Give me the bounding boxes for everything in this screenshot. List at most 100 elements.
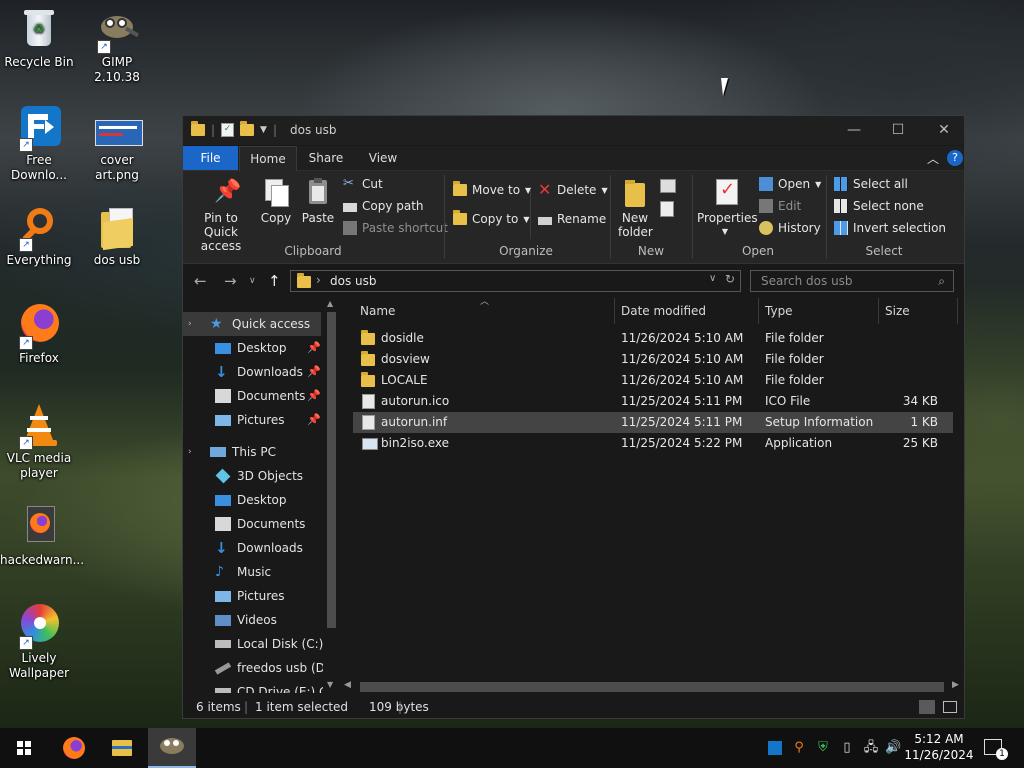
taskbar-gimp[interactable] bbox=[148, 728, 196, 768]
move-to-button[interactable]: Move to ▼ bbox=[453, 181, 531, 197]
properties-button[interactable]: ✓ Properties ▼ bbox=[697, 177, 758, 239]
tab-view[interactable]: View bbox=[355, 146, 411, 170]
volume-icon[interactable]: 🔊 bbox=[885, 740, 901, 756]
select-all-button[interactable]: Select all bbox=[834, 177, 908, 191]
close-button[interactable]: ✕ bbox=[921, 116, 967, 145]
copy-to-button[interactable]: Copy to ▼ bbox=[453, 210, 529, 226]
file-row[interactable]: LOCALE 11/26/2024 5:10 AM File folder bbox=[353, 370, 953, 391]
nav-this-pc[interactable]: › This PC bbox=[183, 440, 276, 464]
pin-icon[interactable]: 📌 bbox=[307, 389, 321, 402]
large-icons-view-icon[interactable] bbox=[943, 701, 957, 713]
column-header-name[interactable]: Name bbox=[342, 298, 615, 324]
nav-pictures[interactable]: Pictures bbox=[215, 584, 285, 608]
tab-share[interactable]: Share bbox=[297, 146, 355, 170]
nav-quick-documents[interactable]: Documents bbox=[215, 384, 305, 408]
nav-3d-objects[interactable]: 3D Objects bbox=[215, 464, 303, 488]
easy-access-icon[interactable] bbox=[660, 201, 674, 217]
invert-selection-button[interactable]: Invert selection bbox=[834, 221, 946, 235]
new-folder-icon[interactable] bbox=[240, 121, 255, 136]
desktop-icon-gimp[interactable]: ↗ GIMP 2.10.38 bbox=[78, 8, 156, 85]
everything-search-icon[interactable]: ⚲ bbox=[791, 740, 807, 756]
scrollbar-thumb[interactable] bbox=[327, 312, 336, 628]
minimize-button[interactable]: — bbox=[831, 116, 877, 145]
desktop-icon-dos-usb[interactable]: dos usb bbox=[78, 206, 156, 268]
nav-cd-drive-e[interactable]: CD Drive (E:) GP... bbox=[215, 680, 340, 693]
nav-quick-downloads[interactable]: ↓ Downloads bbox=[215, 360, 303, 384]
taskbar-firefox[interactable] bbox=[50, 728, 98, 768]
address-box[interactable]: › dos usb ∨ ↻ bbox=[290, 270, 741, 292]
maximize-button[interactable]: ☐ bbox=[875, 116, 921, 145]
desktop-icon-recycle-bin[interactable]: ♻ Recycle Bin bbox=[0, 8, 78, 70]
delete-button[interactable]: ✕ Delete ▼ bbox=[538, 182, 608, 198]
pin-to-quick-access-button[interactable]: 📌 Pin to Quick access bbox=[187, 177, 255, 253]
edit-button[interactable]: Edit bbox=[759, 199, 801, 213]
file-row-selected[interactable]: autorun.inf 11/25/2024 5:11 PM Setup Inf… bbox=[353, 412, 953, 433]
history-button[interactable]: History bbox=[759, 221, 821, 235]
desktop-icon-lively-wallpaper[interactable]: ↗ Lively Wallpaper bbox=[0, 604, 78, 681]
clock[interactable]: 5:12 AM 11/26/2024 bbox=[904, 731, 974, 763]
nav-local-disk-c[interactable]: Local Disk (C:) bbox=[215, 632, 323, 656]
windows-security-icon[interactable]: ⛨ bbox=[815, 740, 831, 756]
nav-videos[interactable]: Videos bbox=[215, 608, 277, 632]
usb-eject-icon[interactable]: ▯ bbox=[839, 740, 855, 756]
scroll-right-icon[interactable]: ▶ bbox=[952, 680, 959, 690]
breadcrumb-current[interactable]: dos usb bbox=[330, 274, 377, 288]
select-none-button[interactable]: Select none bbox=[834, 199, 924, 213]
new-item-icon[interactable] bbox=[660, 179, 676, 193]
paste-button[interactable]: Paste bbox=[299, 177, 337, 225]
address-dropdown-icon[interactable]: ∨ bbox=[709, 273, 716, 284]
new-folder-button[interactable]: New folder bbox=[615, 177, 655, 239]
title-bar[interactable]: | ✓ ▼ | dos usb — ☐ ✕ bbox=[183, 116, 964, 145]
pin-icon[interactable]: 📌 bbox=[307, 365, 321, 378]
start-button[interactable] bbox=[0, 728, 48, 768]
desktop-icon-vlc[interactable]: ↗ VLC media player bbox=[0, 404, 78, 481]
desktop-icon-firefox[interactable]: ↗ Firefox bbox=[0, 304, 78, 366]
file-list-horizontal-scrollbar[interactable]: ◀ ▶ bbox=[340, 678, 964, 695]
pin-icon[interactable]: 📌 bbox=[307, 413, 321, 426]
desktop-icon-free-download-manager[interactable]: ↗ Free Downlo... bbox=[0, 106, 78, 183]
column-header-size[interactable]: Size bbox=[879, 298, 958, 324]
search-input[interactable]: Search dos usb ⌕ bbox=[750, 270, 954, 292]
scroll-down-icon[interactable]: ▼ bbox=[327, 680, 333, 689]
open-button[interactable]: Open ▼ bbox=[759, 177, 821, 191]
nav-quick-desktop[interactable]: Desktop bbox=[215, 336, 287, 360]
copy-button[interactable]: Copy bbox=[259, 177, 293, 225]
nav-quick-access[interactable]: › ★ Quick access bbox=[183, 312, 321, 336]
desktop-icon-everything[interactable]: ↗ Everything bbox=[0, 206, 78, 268]
recent-locations-chevron-icon[interactable]: ∨ bbox=[249, 272, 256, 290]
nav-downloads[interactable]: ↓ Downloads bbox=[215, 536, 303, 560]
network-icon[interactable]: 🖧 bbox=[863, 740, 879, 756]
scrollbar-thumb[interactable] bbox=[360, 682, 944, 692]
nav-freedos-usb-d[interactable]: freedos usb (D:) bbox=[214, 656, 334, 680]
tab-home[interactable]: Home bbox=[239, 146, 297, 171]
details-view-icon[interactable] bbox=[919, 700, 935, 714]
properties-icon[interactable]: ✓ bbox=[221, 123, 235, 137]
nav-desktop[interactable]: Desktop bbox=[215, 488, 287, 512]
up-arrow-icon[interactable]: ↑ bbox=[268, 272, 281, 290]
collapse-ribbon-icon[interactable]: ︿ bbox=[927, 150, 939, 167]
nav-documents[interactable]: Documents bbox=[215, 512, 305, 536]
refresh-icon[interactable]: ↻ bbox=[725, 272, 735, 286]
back-arrow-icon[interactable]: ← bbox=[194, 272, 207, 290]
pin-icon[interactable]: 📌 bbox=[307, 341, 321, 354]
forward-arrow-icon[interactable]: → bbox=[224, 272, 237, 290]
file-row[interactable]: autorun.ico 11/25/2024 5:11 PM ICO File … bbox=[353, 391, 953, 412]
nav-music[interactable]: ♪ Music bbox=[215, 560, 271, 584]
copy-path-button[interactable]: Copy path bbox=[343, 199, 424, 213]
taskbar-file-explorer[interactable] bbox=[98, 728, 146, 768]
file-row[interactable]: bin2iso.exe 11/25/2024 5:22 PM Applicati… bbox=[353, 433, 953, 454]
cut-button[interactable]: ✂ Cut bbox=[343, 177, 383, 192]
file-row[interactable]: dosidle 11/26/2024 5:10 AM File folder bbox=[353, 328, 953, 349]
customize-dropdown-icon[interactable]: ▼ bbox=[260, 125, 267, 135]
rename-button[interactable]: Rename bbox=[538, 212, 606, 226]
column-header-date[interactable]: Date modified bbox=[615, 298, 759, 324]
nav-pane-scrollbar[interactable]: ▲ ▼ bbox=[323, 298, 340, 693]
tab-file[interactable]: File bbox=[183, 146, 238, 170]
paste-shortcut-button[interactable]: Paste shortcut bbox=[343, 221, 448, 235]
scroll-left-icon[interactable]: ◀ bbox=[344, 680, 351, 690]
free-download-manager-icon[interactable] bbox=[767, 740, 783, 756]
nav-quick-pictures[interactable]: Pictures bbox=[215, 408, 285, 432]
scroll-up-icon[interactable]: ▲ bbox=[327, 299, 333, 308]
desktop-icon-hackedwarn[interactable]: hackedwarn... bbox=[0, 506, 84, 568]
column-header-type[interactable]: Type bbox=[759, 298, 879, 324]
